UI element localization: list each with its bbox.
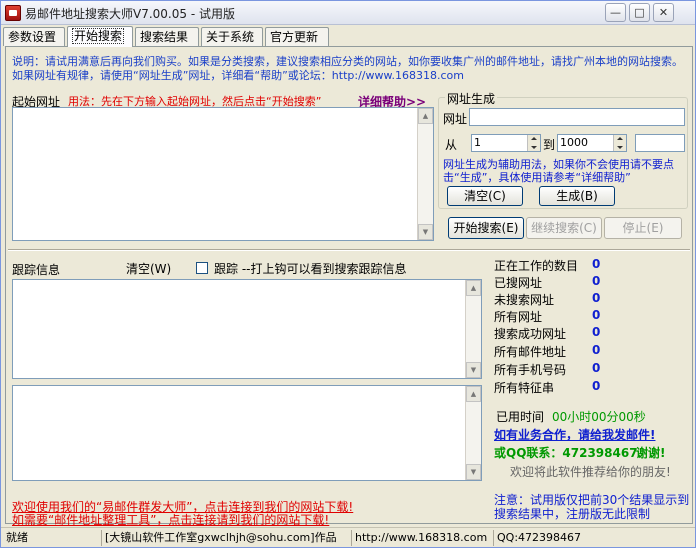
url-gen-group: 网址生成 网址 从 1 到 1000 网址生成为辅助用法，如果你不会使用请不要点… [438,90,688,209]
stat-label: 搜索成功网址 [494,327,567,341]
start-search-page: 说明：请试用满意后再向我们购买。如果是分类搜索，建议搜索相应分类的网站，如你要收… [5,46,693,527]
business-email-link[interactable]: 如有业务合作，请给我发邮件! [494,426,655,443]
url-gen-extra-input[interactable] [635,134,685,152]
window-title: 易邮件地址搜索大师V7.00.05 - 试用版 [25,7,235,21]
start-url-scrollbar[interactable]: ▲ ▼ [417,108,433,240]
stat-value: 0 [592,308,601,322]
trace-label: 跟踪信息 [12,263,61,277]
stat-label: 所有特征串 [494,381,555,395]
status-author: [大镜山软件工作室gxwclhjh@sohu.com]作品 [101,530,351,546]
recommend-text: 欢迎将此软件推荐给你的朋友! [510,465,671,479]
stat-value: 0 [592,274,601,288]
notice-text: 说明：请试用满意后再向我们购买。如果是分类搜索，建议搜索相应分类的网站，如你要收… [12,55,683,82]
elapsed-label: 已用时间 [496,410,545,424]
log-scrollbar[interactable]: ▲ ▼ [465,386,481,480]
title-bar[interactable]: 易邮件地址搜索大师V7.00.05 - 试用版 — □ ✕ [1,1,695,25]
stat-value: 0 [592,291,601,305]
from-stepper[interactable]: 1 [471,134,541,152]
stat-label: 正在工作的数目 [494,259,579,273]
url-gen-title: 网址生成 [445,90,498,107]
to-value: 1000 [560,136,588,149]
tab-settings[interactable]: 参数设置 [3,27,65,46]
app-window: 易邮件地址搜索大师V7.00.05 - 试用版 — □ ✕ 参数设置 开始搜索 … [0,0,696,548]
stat-label: 所有邮件地址 [494,345,567,359]
from-spin-icon[interactable] [527,135,540,151]
trace-clear-button[interactable]: 清空(W) [126,260,171,277]
tab-start-search[interactable]: 开始搜索 [67,26,133,47]
to-label: 到 [543,138,556,152]
stop-button[interactable]: 停止(E) [604,217,682,239]
url-gen-generate-button[interactable]: 生成(B) [539,186,615,206]
log-textarea[interactable]: ▲ ▼ [12,385,482,481]
elapsed-value: 00小时00分00秒 [552,410,646,424]
stat-label: 未搜索网址 [494,293,555,307]
thanks-text: 谢谢! [636,446,666,460]
qq-contact: 或QQ联系：472398467 [494,446,638,460]
trace-scrollbar[interactable]: ▲ ▼ [465,280,481,378]
scroll-down-arrow-icon[interactable]: ▼ [418,224,433,240]
stat-value: 0 [592,257,601,271]
url-gen-clear-button[interactable]: 清空(C) [447,186,523,206]
status-site: http://www.168318.com [351,530,493,546]
app-mail-icon [5,5,21,21]
to-spin-icon[interactable] [613,135,626,151]
promo-tool-link[interactable]: 如需要“邮件地址整理工具”，点击连接请到我们的网站下载! [12,511,329,528]
section-divider [8,249,690,251]
tab-start-search-label: 开始搜索 [72,28,125,44]
close-button[interactable]: ✕ [653,3,674,22]
url-gen-url-label: 网址 [443,112,468,126]
continue-search-button[interactable]: 继续搜索(C) [526,217,602,239]
tab-about[interactable]: 关于系统 [201,27,263,46]
tab-search-results[interactable]: 搜索结果 [135,27,199,46]
start-url-textarea[interactable]: ▲ ▼ [12,107,434,241]
trace-checkbox-label: 跟踪 --打上钩可以看到搜索跟踪信息 [214,262,407,276]
trial-note: 注意：试用版仅把前30个结果显示到搜索结果中，注册版无此限制 [494,493,690,521]
status-bar: 就绪 [大镜山软件工作室gxwclhjh@sohu.com]作品 http://… [1,527,695,547]
stat-value: 0 [592,361,601,375]
stat-label: 已搜网址 [494,276,543,290]
scroll-down-arrow-icon[interactable]: ▼ [466,362,481,378]
status-ready: 就绪 [6,531,28,544]
url-gen-note: 网址生成为辅助用法，如果你不会使用请不要点击“生成”，具体使用请参考“详细帮助” [443,158,674,184]
stat-value: 0 [592,343,601,357]
maximize-button[interactable]: □ [629,3,650,22]
start-search-button[interactable]: 开始搜索(E) [448,217,524,239]
stat-value: 0 [592,325,601,339]
scroll-down-arrow-icon[interactable]: ▼ [466,464,481,480]
scroll-up-arrow-icon[interactable]: ▲ [466,386,481,402]
scroll-up-arrow-icon[interactable]: ▲ [466,280,481,296]
trace-textarea[interactable]: ▲ ▼ [12,279,482,379]
url-gen-url-input[interactable] [469,108,685,126]
from-label: 从 [445,138,458,152]
from-value: 1 [474,136,481,149]
to-stepper[interactable]: 1000 [557,134,627,152]
stat-label: 所有网址 [494,310,543,324]
scroll-up-arrow-icon[interactable]: ▲ [418,108,433,124]
minimize-button[interactable]: — [605,3,626,22]
tab-official-update[interactable]: 官方更新 [265,27,329,46]
stat-value: 0 [592,379,601,393]
stat-label: 所有手机号码 [494,363,567,377]
trace-checkbox[interactable] [196,262,208,274]
status-qq: QQ:472398467 [493,530,693,546]
